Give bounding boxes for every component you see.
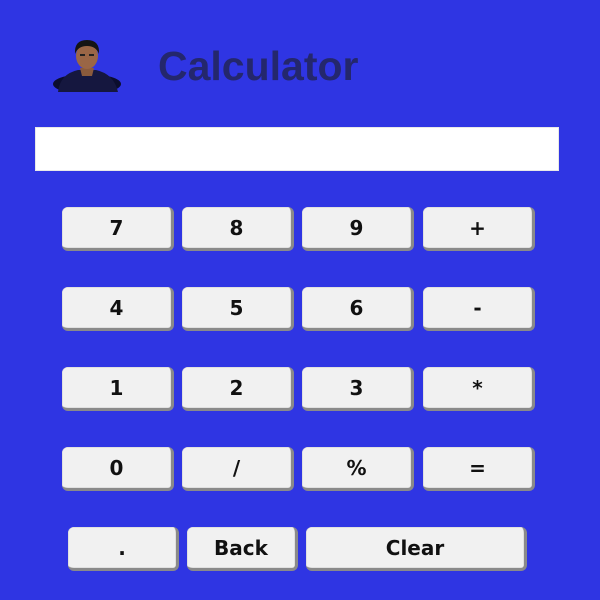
result-display[interactable] <box>35 127 559 171</box>
key-decimal[interactable]: . <box>68 527 179 571</box>
key-multiply[interactable]: * <box>423 367 535 411</box>
key-2[interactable]: 2 <box>182 367 294 411</box>
key-0[interactable]: 0 <box>62 447 174 491</box>
key-3[interactable]: 3 <box>302 367 414 411</box>
avatar <box>53 40 121 92</box>
header: Calculator <box>52 36 472 98</box>
key-8[interactable]: 8 <box>182 207 294 251</box>
key-7[interactable]: 7 <box>62 207 174 251</box>
calculator-app: Calculator 7 8 9 + 4 5 6 - 1 2 3 * 0 / %… <box>0 0 600 600</box>
key-plus[interactable]: + <box>423 207 535 251</box>
clear-button[interactable]: Clear <box>306 527 527 571</box>
key-1[interactable]: 1 <box>62 367 174 411</box>
key-6[interactable]: 6 <box>302 287 414 331</box>
key-percent[interactable]: % <box>302 447 414 491</box>
key-divide[interactable]: / <box>182 447 294 491</box>
key-5[interactable]: 5 <box>182 287 294 331</box>
page-title: Calculator <box>158 43 359 89</box>
key-minus[interactable]: - <box>423 287 535 331</box>
back-button[interactable]: Back <box>187 527 298 571</box>
key-4[interactable]: 4 <box>62 287 174 331</box>
key-equals[interactable]: = <box>423 447 535 491</box>
key-9[interactable]: 9 <box>302 207 414 251</box>
